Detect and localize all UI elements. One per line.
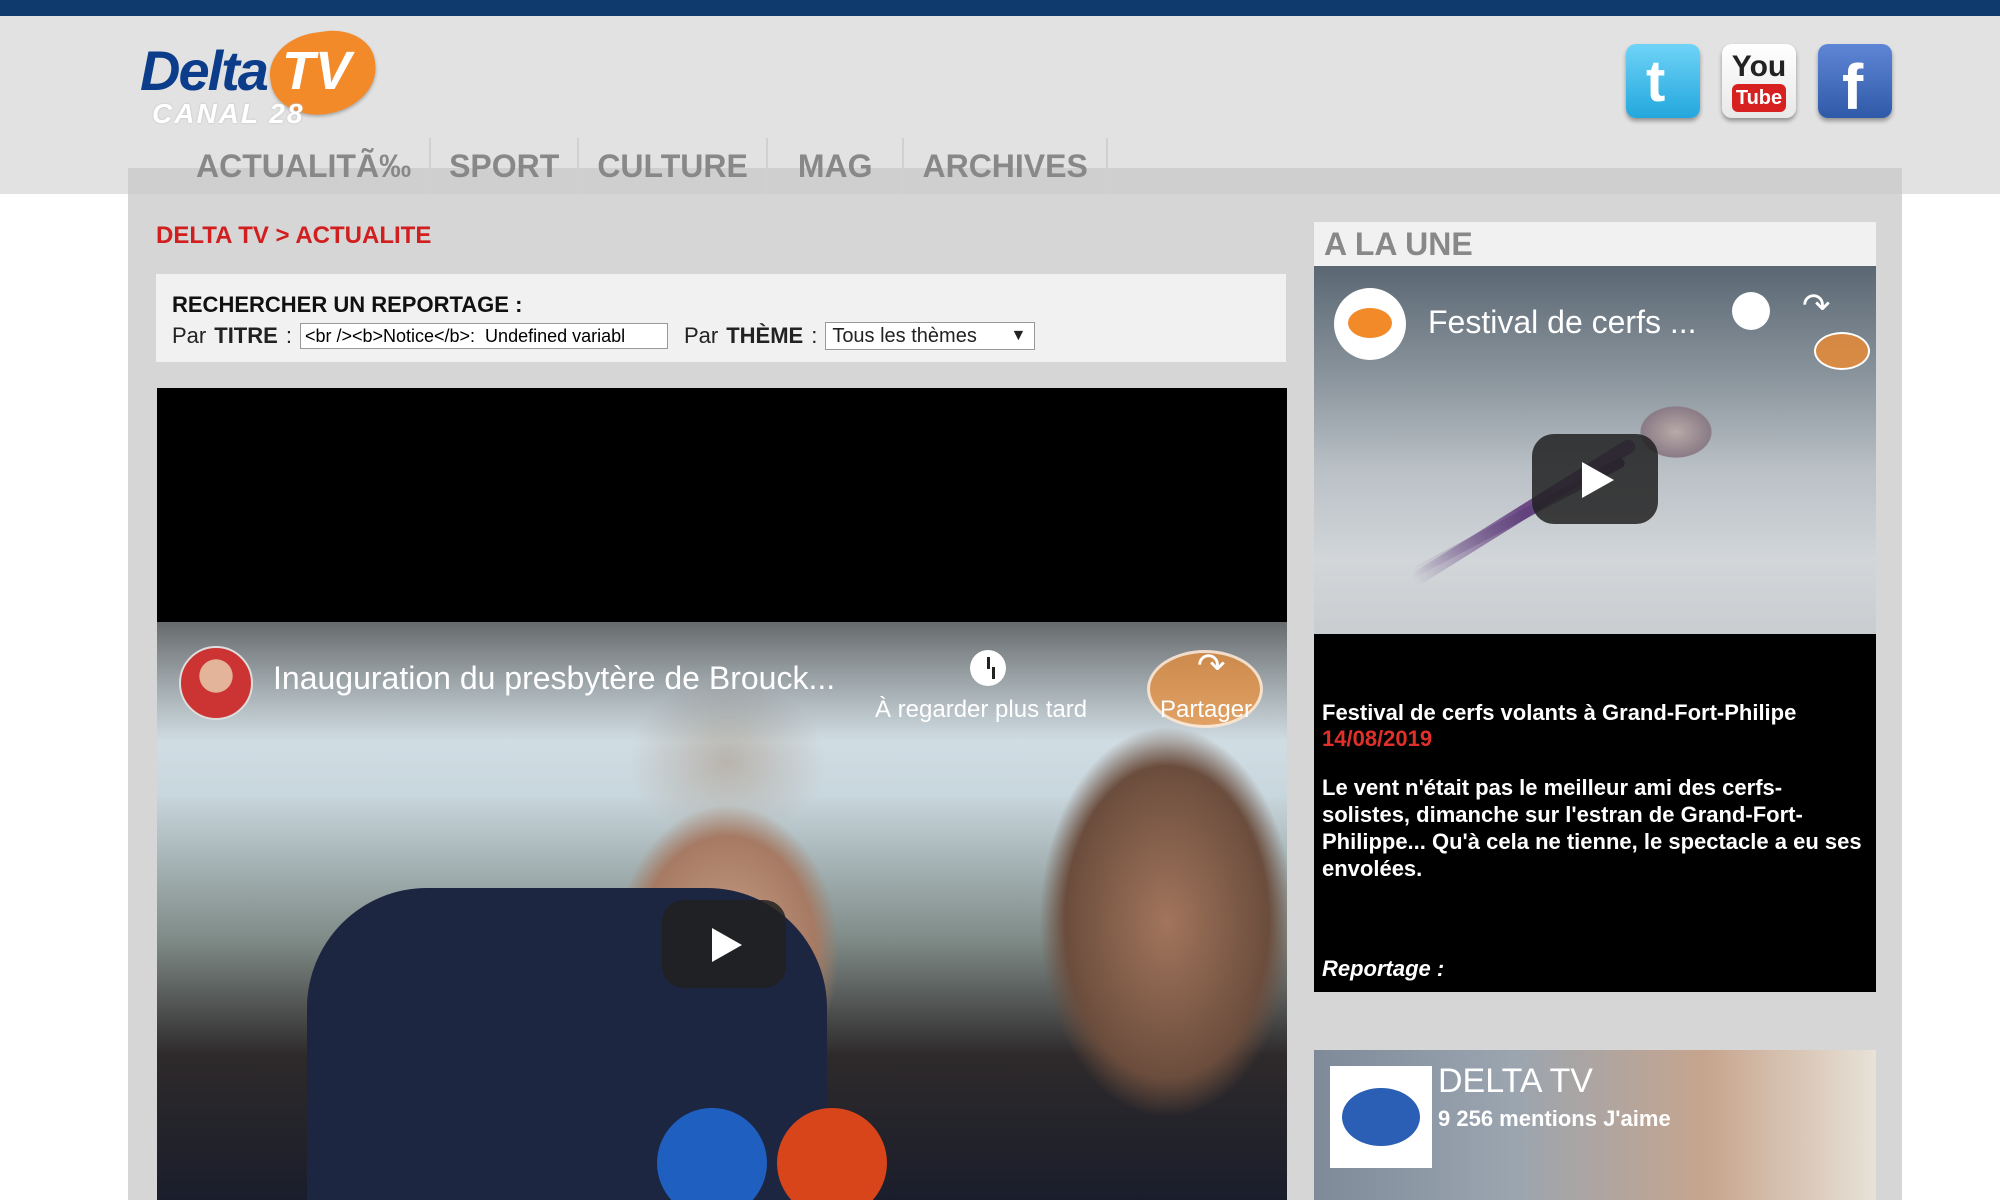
twitter-glyph: t bbox=[1646, 49, 1666, 114]
clock-icon[interactable] bbox=[970, 650, 1006, 686]
feature-description: Le vent n'était pas le meilleur ami des … bbox=[1322, 775, 1862, 881]
nav-item-culture[interactable]: CULTURE bbox=[579, 138, 768, 194]
youtube-icon[interactable]: You Tube bbox=[1722, 44, 1796, 118]
feature-reportage-label: Reportage : bbox=[1322, 956, 1445, 981]
logo-wordmark: Delta bbox=[140, 39, 269, 102]
title-label-suffix: : bbox=[285, 323, 292, 348]
feature-date: 14/08/2019 bbox=[1322, 726, 1433, 751]
play-button[interactable] bbox=[1532, 434, 1658, 524]
facebook-page-likes: 9 256 mentions J'aime bbox=[1438, 1106, 1671, 1131]
facebook-page-name[interactable]: DELTA TV bbox=[1438, 1062, 1593, 1101]
facebook-glyph: f bbox=[1842, 51, 1864, 123]
twitter-icon[interactable]: t bbox=[1626, 44, 1700, 118]
theme-selected-value: Tous les thèmes bbox=[832, 325, 977, 347]
feature-video-player[interactable]: Festival de cerfs ... ↷ bbox=[1314, 266, 1876, 634]
watch-later-label[interactable]: À regarder plus tard bbox=[875, 696, 1087, 724]
theme-select[interactable]: Tous les thèmes ▼ bbox=[825, 322, 1036, 350]
nav-item-sport[interactable]: SPORT bbox=[431, 138, 580, 194]
search-panel: RECHERCHER UN REPORTAGE : Par TITRE : Pa… bbox=[156, 274, 1286, 362]
sidebar-title: A LA UNE bbox=[1324, 226, 1473, 262]
search-row: Par TITRE : Par THÈME : Tous les thèmes … bbox=[172, 322, 1036, 350]
clock-icon[interactable] bbox=[1732, 292, 1770, 330]
channel-watermark-logo bbox=[1814, 332, 1870, 370]
chevron-down-icon: ▼ bbox=[1010, 327, 1027, 344]
search-title: RECHERCHER UN REPORTAGE : bbox=[172, 292, 523, 317]
logo-tv-text: TV bbox=[282, 41, 352, 101]
share-icon[interactable]: ↷ bbox=[1802, 286, 1831, 326]
channel-avatar[interactable] bbox=[1334, 288, 1406, 360]
nav-item-archives[interactable]: ARCHIVES bbox=[904, 138, 1108, 194]
theme-label: THÈME bbox=[726, 323, 804, 348]
title-label: TITRE bbox=[214, 323, 278, 348]
theme-label-suffix: : bbox=[811, 323, 818, 348]
theme-label-prefix: Par bbox=[683, 323, 719, 348]
main-video-player[interactable]: Inauguration du presbytère de Brouck... … bbox=[157, 388, 1287, 1200]
play-button[interactable] bbox=[662, 900, 786, 988]
sidebar-header: A LA UNE bbox=[1314, 222, 1876, 266]
share-label[interactable]: Partager bbox=[1160, 696, 1252, 724]
feature-video-title[interactable]: Festival de cerfs ... bbox=[1428, 304, 1697, 341]
youtube-glyph-top: You bbox=[1731, 50, 1787, 83]
delta-tv-logo[interactable]: Delta TV CANAL 28 bbox=[140, 25, 382, 130]
channel-avatar[interactable] bbox=[179, 646, 253, 720]
youtube-glyph-bottom: Tube bbox=[1732, 84, 1786, 112]
facebook-icon[interactable]: f bbox=[1818, 44, 1892, 123]
nav-item-mag[interactable]: MAG bbox=[768, 138, 905, 194]
feature-card: Festival de cerfs ... ↷ Festival de cerf… bbox=[1314, 266, 1876, 992]
nav-item-actualite[interactable]: ACTUALITÃ‰ bbox=[170, 138, 432, 194]
breadcrumb[interactable]: DELTA TV > ACTUALITE bbox=[156, 222, 431, 250]
title-search-input[interactable] bbox=[299, 323, 668, 349]
feature-headline[interactable]: Festival de cerfs volants à Grand-Fort-P… bbox=[1322, 700, 1796, 726]
main-nav: ACTUALITÃ‰ SPORT CULTURE MAG ARCHIVES bbox=[170, 138, 1108, 194]
video-title[interactable]: Inauguration du presbytère de Brouck... bbox=[273, 660, 835, 697]
top-bar bbox=[0, 0, 2000, 16]
share-icon[interactable]: ↷ bbox=[1197, 646, 1226, 686]
logo-subtitle: CANAL 28 bbox=[152, 98, 305, 129]
facebook-page-widget[interactable]: DELTA TV 9 256 mentions J'aime bbox=[1314, 1050, 1876, 1200]
title-label-prefix: Par bbox=[172, 323, 207, 348]
facebook-page-logo[interactable] bbox=[1330, 1066, 1432, 1168]
